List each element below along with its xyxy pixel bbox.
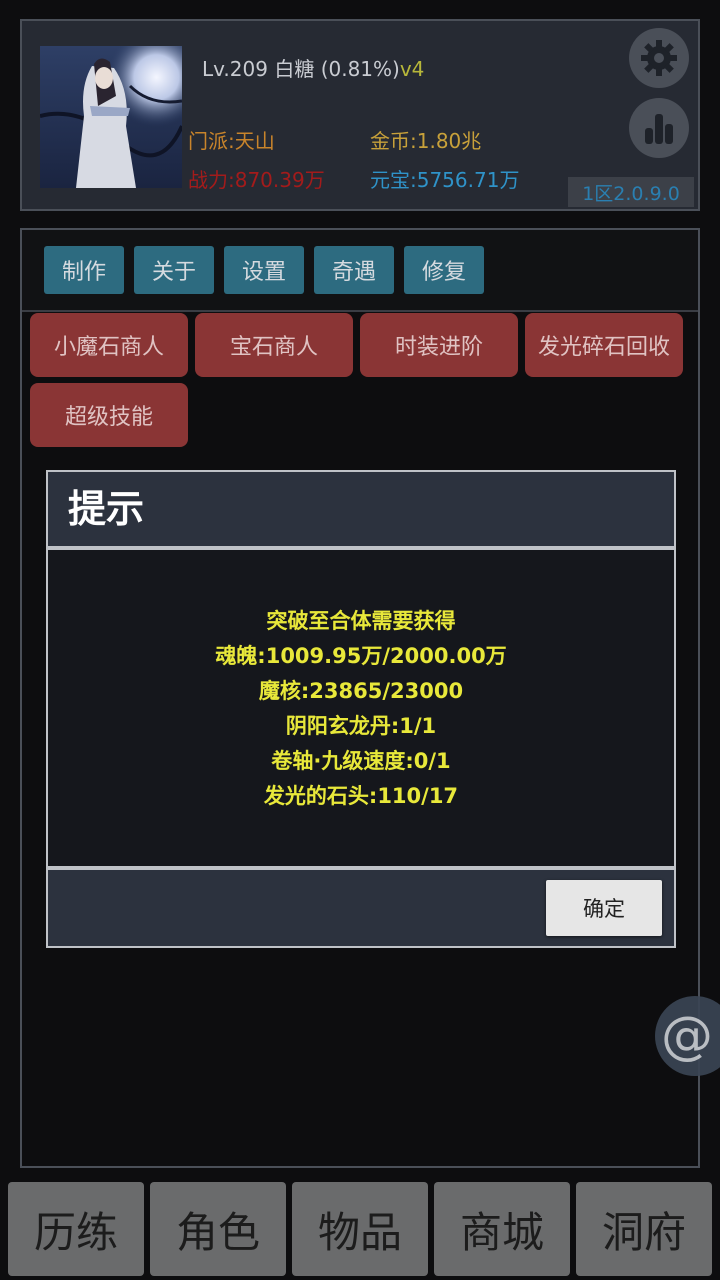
- super-skill-button[interactable]: 超级技能: [30, 383, 188, 447]
- dialog-footer: 确定: [48, 870, 674, 946]
- nav-cave[interactable]: 洞府: [576, 1182, 712, 1276]
- dialog-body: 突破至合体需要获得 魂魄:1009.95万/2000.00万 魔核:23865/…: [48, 550, 674, 866]
- nav-training[interactable]: 历练: [8, 1182, 144, 1276]
- tab-settings[interactable]: 设置: [224, 246, 304, 294]
- dialog-line: 魂魄:1009.95万/2000.00万: [215, 644, 507, 668]
- sect-text: 门派:天山: [188, 129, 275, 153]
- tab-craft[interactable]: 制作: [44, 246, 124, 294]
- small-magic-stone-merchant-button[interactable]: 小魔石商人: [30, 313, 188, 377]
- ingot-text: 元宝:5756.71万: [370, 168, 520, 192]
- tab-encounter[interactable]: 奇遇: [314, 246, 394, 294]
- tab-bar: 制作 关于 设置 奇遇 修复: [22, 230, 698, 312]
- at-icon: @: [661, 1006, 713, 1066]
- nav-character[interactable]: 角色: [150, 1182, 286, 1276]
- fashion-upgrade-button[interactable]: 时装进阶: [360, 313, 518, 377]
- dialog-line: 魔核:23865/23000: [258, 679, 464, 703]
- tab-about[interactable]: 关于: [134, 246, 214, 294]
- ranking-button[interactable]: [629, 98, 689, 158]
- glowing-stone-recycle-button[interactable]: 发光碎石回收: [525, 313, 683, 377]
- floating-at-button[interactable]: @: [655, 996, 720, 1076]
- player-name: 白糖: [274, 57, 315, 81]
- dialog-title: 提示: [48, 472, 674, 546]
- gem-merchant-button[interactable]: 宝石商人: [195, 313, 353, 377]
- dialog-line: 卷轴·九级速度:0/1: [271, 749, 451, 773]
- settings-button[interactable]: [629, 28, 689, 88]
- avatar-image: [40, 46, 182, 188]
- nav-shop[interactable]: 商城: [434, 1182, 570, 1276]
- tip-dialog: 提示 突破至合体需要获得 魂魄:1009.95万/2000.00万 魔核:238…: [46, 470, 676, 948]
- vip-badge: v4: [399, 57, 425, 81]
- bar-chart-icon: [645, 114, 673, 144]
- level-line: Lv.209 白糖 (0.81%)v4: [202, 53, 424, 82]
- dialog-line: 发光的石头:110/17: [263, 784, 459, 808]
- gold-text: 金币:1.80兆: [370, 129, 482, 153]
- dialog-line: 突破至合体需要获得: [266, 609, 456, 633]
- power-text: 战力:870.39万: [188, 168, 325, 192]
- tab-repair[interactable]: 修复: [404, 246, 484, 294]
- server-version: 1区2.0.9.0: [568, 177, 694, 207]
- dialog-message: 突破至合体需要获得 魂魄:1009.95万/2000.00万 魔核:23865/…: [48, 604, 674, 814]
- avatar[interactable]: [40, 46, 182, 188]
- main-panel: 制作 关于 设置 奇遇 修复 小魔石商人 宝石商人 时装进阶 发光碎石回收 超级…: [20, 228, 700, 1168]
- nav-items[interactable]: 物品: [292, 1182, 428, 1276]
- exp-percent: (0.81%): [320, 57, 400, 81]
- bottom-nav: 历练 角色 物品 商城 洞府: [8, 1182, 712, 1276]
- dialog-line: 阴阳玄龙丹:1/1: [285, 714, 437, 738]
- confirm-button[interactable]: 确定: [546, 880, 662, 936]
- level-text: Lv.209: [202, 57, 268, 81]
- player-header: Lv.209 白糖 (0.81%)v4 门派:天山 金币:1.80兆 战力:87…: [20, 19, 700, 211]
- gear-icon: [641, 40, 677, 76]
